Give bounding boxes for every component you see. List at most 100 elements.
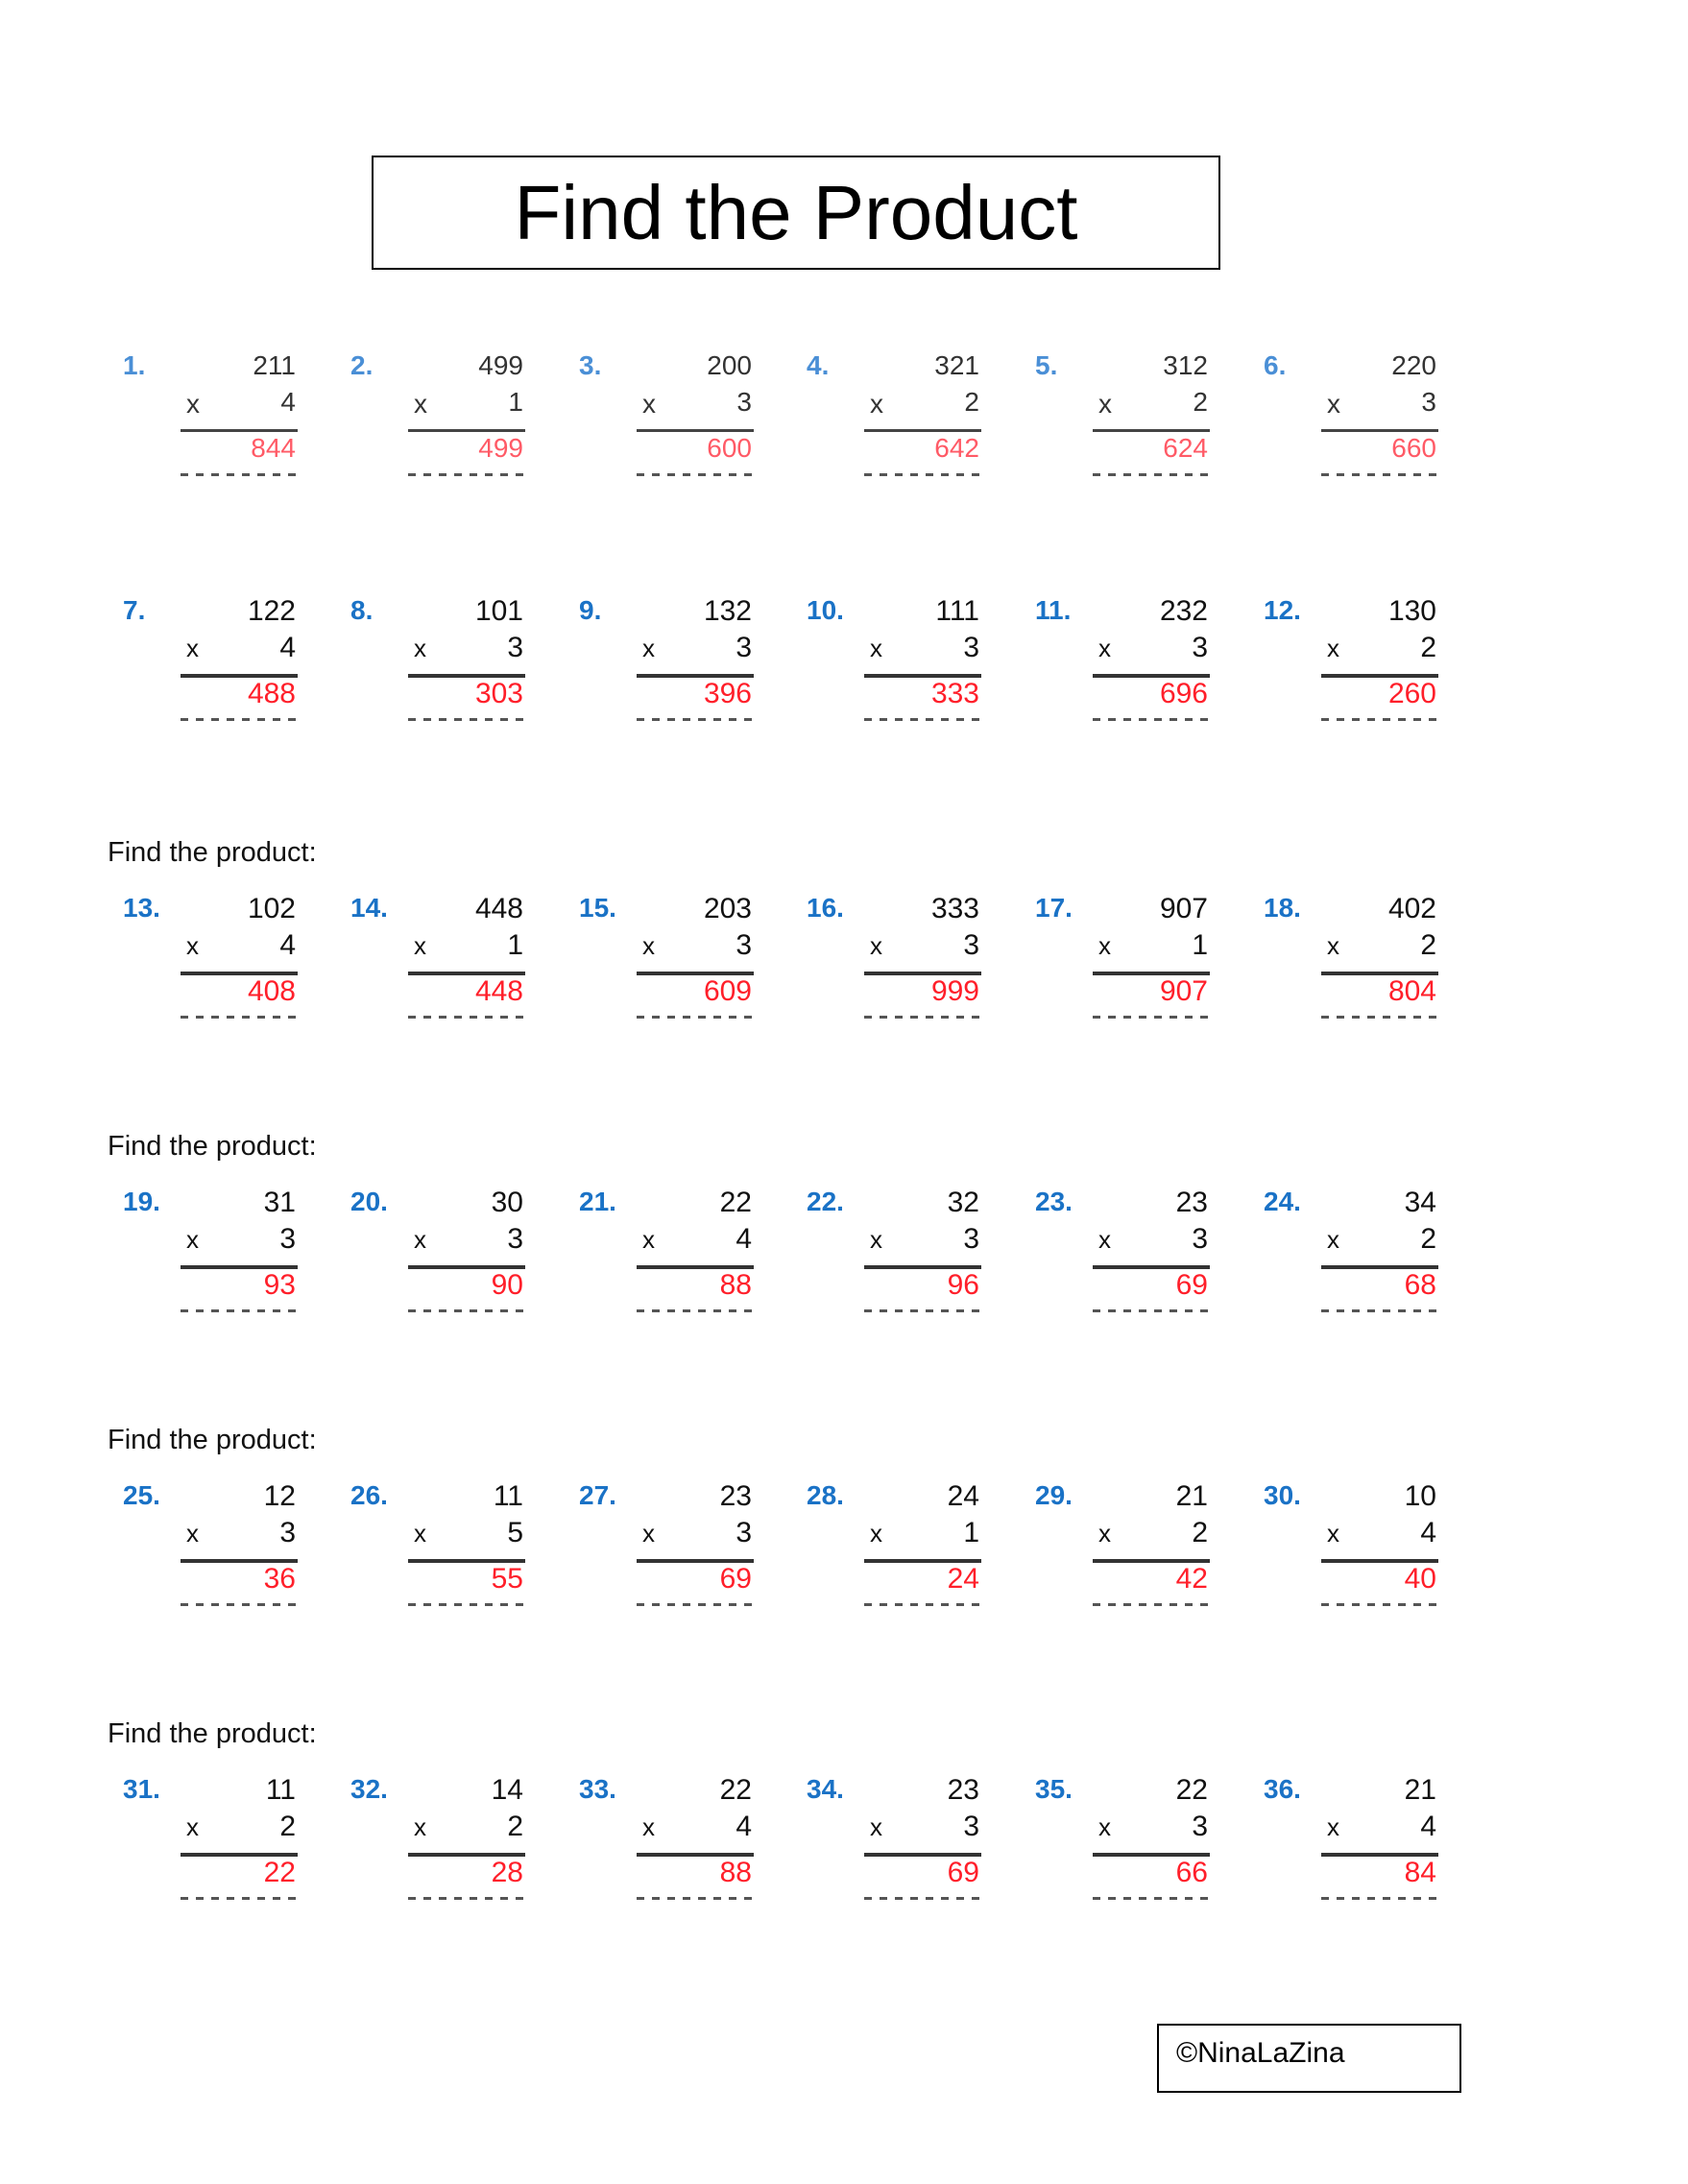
multiplicand: 448: [474, 893, 523, 924]
dashed-underline: [1321, 1603, 1438, 1606]
problem-29: 29. 21 x 2 42: [1035, 1480, 1210, 1615]
problem-10: 10. 111 x 3 333: [807, 595, 981, 730]
problem-24: 24. 34 x 2 68: [1264, 1187, 1438, 1321]
multiplicand: 333: [930, 893, 979, 924]
multiplicand: 21: [1175, 1480, 1208, 1512]
problem-number: 7.: [123, 595, 146, 625]
answer: 42: [1175, 1563, 1208, 1595]
multiplicand: 132: [703, 595, 752, 627]
times-sign: x: [186, 1812, 199, 1841]
problem-number: 4.: [807, 350, 830, 380]
answer: 84: [1404, 1857, 1436, 1888]
problem-number: 35.: [1035, 1774, 1073, 1804]
times-sign: x: [414, 1812, 426, 1841]
problem-32: 32. 14 x 2 28: [350, 1774, 525, 1908]
problem-15: 15. 203 x 3 609: [579, 893, 754, 1027]
problem-1: 1. 211 x 4 844: [123, 350, 298, 485]
problem-number: 25.: [123, 1480, 160, 1510]
answer: 448: [474, 975, 523, 1007]
problem-26: 26. 11 x 5 55: [350, 1480, 525, 1615]
dashed-underline: [181, 1603, 298, 1606]
answer: 488: [247, 678, 296, 709]
answer: 499: [478, 433, 523, 463]
answer-rule: [1093, 429, 1210, 432]
multiplicand: 22: [719, 1774, 752, 1806]
multiplier: 4: [735, 1223, 752, 1255]
problem-number: 34.: [807, 1774, 844, 1804]
answer: 90: [491, 1269, 523, 1301]
dashed-underline: [637, 718, 754, 721]
times-sign: x: [642, 1812, 655, 1841]
problem-number: 31.: [123, 1774, 160, 1804]
multiplier: 4: [1420, 1811, 1436, 1842]
problem-5: 5. 312 x 2 624: [1035, 350, 1210, 485]
answer: 260: [1387, 678, 1436, 709]
problem-number: 18.: [1264, 893, 1301, 923]
problem-34: 34. 23 x 3 69: [807, 1774, 981, 1908]
dashed-underline: [637, 1016, 754, 1019]
answer: 88: [719, 1857, 752, 1888]
times-sign: x: [414, 634, 426, 662]
copyright-box: ©NinaLaZina: [1157, 2024, 1461, 2093]
answer: 624: [1163, 433, 1208, 463]
answer: 999: [930, 975, 979, 1007]
multiplicand: 200: [707, 350, 752, 380]
problem-number: 28.: [807, 1480, 844, 1510]
multiplicand: 21: [1404, 1774, 1436, 1806]
answer: 642: [934, 433, 979, 463]
answer: 28: [491, 1857, 523, 1888]
multiplicand: 130: [1387, 595, 1436, 627]
multiplier: 3: [507, 632, 523, 663]
problem-number: 21.: [579, 1187, 616, 1216]
multiplicand: 23: [947, 1774, 979, 1806]
title-box: Find the Product: [372, 156, 1220, 270]
problem-17: 17. 907 x 1 907: [1035, 893, 1210, 1027]
answer: 69: [947, 1857, 979, 1888]
problem-number: 9.: [579, 595, 602, 625]
section-label: Find the product:: [108, 1425, 317, 1455]
dashed-underline: [864, 718, 981, 721]
answer: 907: [1159, 975, 1208, 1007]
multiplicand: 32: [947, 1187, 979, 1218]
dashed-underline: [181, 718, 298, 721]
multiplicand: 220: [1391, 350, 1436, 380]
times-sign: x: [1327, 1225, 1339, 1254]
problem-21: 21. 22 x 4 88: [579, 1187, 754, 1321]
times-sign: x: [186, 931, 199, 960]
problem-28: 28. 24 x 1 24: [807, 1480, 981, 1615]
problem-number: 20.: [350, 1187, 388, 1216]
multiplicand: 30: [491, 1187, 523, 1218]
multiplier: 3: [963, 632, 979, 663]
multiplicand: 22: [1175, 1774, 1208, 1806]
dashed-underline: [408, 1603, 525, 1606]
multiplicand: 11: [493, 1480, 523, 1512]
multiplier: 3: [963, 1223, 979, 1255]
times-sign: x: [870, 1519, 882, 1548]
answer-rule: [864, 429, 981, 432]
times-sign: x: [870, 931, 882, 960]
times-sign: x: [1098, 931, 1111, 960]
times-sign: x: [642, 1225, 655, 1254]
multiplier: 3: [736, 387, 752, 417]
dashed-underline: [864, 1309, 981, 1312]
problem-number: 23.: [1035, 1187, 1073, 1216]
multiplicand: 34: [1404, 1187, 1436, 1218]
answer: 68: [1404, 1269, 1436, 1301]
answer-rule: [181, 429, 298, 432]
answer: 396: [703, 678, 752, 709]
times-sign: x: [1327, 1812, 1339, 1841]
answer-rule: [408, 429, 525, 432]
dashed-underline: [1093, 473, 1210, 476]
multiplicand: 12: [263, 1480, 296, 1512]
times-sign: x: [186, 634, 199, 662]
dashed-underline: [637, 1309, 754, 1312]
problem-number: 6.: [1264, 350, 1287, 380]
problem-3: 3. 200 x 3 600: [579, 350, 754, 485]
answer: 40: [1404, 1563, 1436, 1595]
multiplicand: 102: [247, 893, 296, 924]
problem-number: 27.: [579, 1480, 616, 1510]
multiplicand: 312: [1163, 350, 1208, 380]
problem-6: 6. 220 x 3 660: [1264, 350, 1438, 485]
times-sign: x: [642, 389, 656, 419]
multiplier: 3: [735, 929, 752, 961]
